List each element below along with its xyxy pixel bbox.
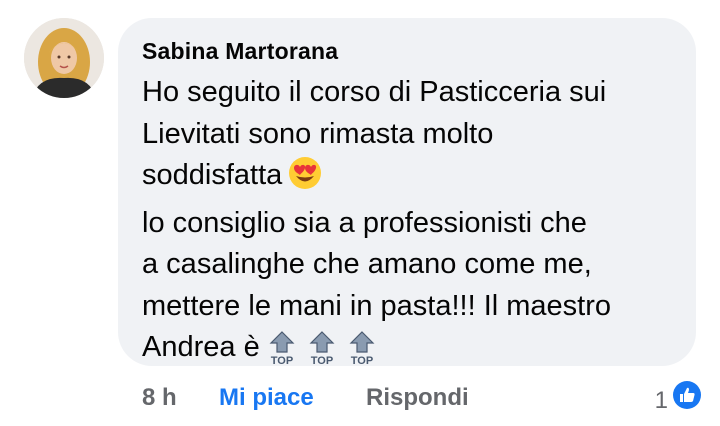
reaction-count: 1 bbox=[654, 386, 668, 414]
reply-button[interactable]: Rispondi bbox=[366, 380, 469, 416]
avatar-photo bbox=[24, 18, 104, 98]
top-arrow-icon: TOP bbox=[306, 330, 338, 379]
top-icons-group: TOP TOP TOP bbox=[266, 330, 386, 379]
comment-line: Andrea è bbox=[142, 331, 260, 363]
like-reaction-icon bbox=[672, 380, 702, 421]
comment-line: Lievitati sono rimasta molto bbox=[142, 117, 494, 150]
heart-eyes-emoji-icon bbox=[288, 156, 322, 203]
comment-line: lo consiglio sia a professionisti che bbox=[142, 206, 587, 239]
comment-actions: 8 h Mi piace Rispondi 1 bbox=[142, 380, 702, 416]
comment-line: Ho seguito il corso di Pasticceria sui bbox=[142, 76, 607, 108]
comment-body: Ho seguito il corso di Pasticceria sui L… bbox=[142, 72, 672, 379]
comment-container: Sabina Martorana Ho seguito il corso di … bbox=[0, 0, 720, 426]
comment-timestamp[interactable]: 8 h bbox=[142, 380, 177, 416]
comment-line: mettere le mani in pasta!!! Il maestro bbox=[142, 289, 612, 322]
comment-line-with-emoji: soddisfatta bbox=[142, 155, 672, 203]
reaction-summary[interactable]: 1 bbox=[655, 380, 702, 421]
top-arrow-label: TOP bbox=[310, 355, 332, 366]
like-button[interactable]: Mi piace bbox=[219, 380, 314, 416]
comment-line: soddisfatta bbox=[142, 159, 283, 191]
top-arrow-icon: TOP bbox=[346, 330, 378, 379]
comment-author[interactable]: Sabina Martorana bbox=[142, 36, 672, 66]
top-arrow-icon: TOP bbox=[266, 330, 298, 379]
top-arrow-label: TOP bbox=[270, 355, 292, 366]
top-arrow-label: TOP bbox=[350, 355, 372, 366]
comment-line: a casalinghe che amano come me, bbox=[142, 248, 592, 280]
avatar[interactable] bbox=[24, 18, 104, 98]
comment-line-with-top-icons: Andrea è TOP TOP TOP bbox=[142, 327, 672, 379]
comment-bubble: Sabina Martorana Ho seguito il corso di … bbox=[118, 18, 696, 367]
